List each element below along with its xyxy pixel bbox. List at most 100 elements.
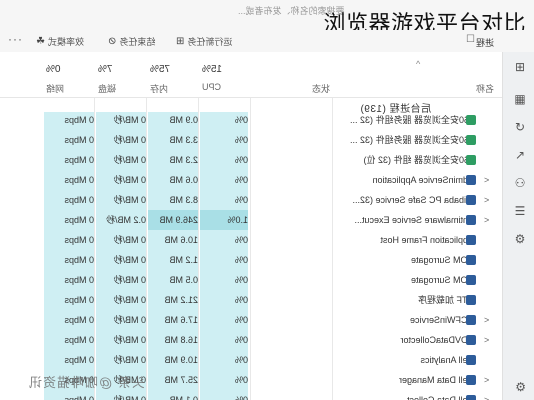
disk-cell: 0 MB/秒 [113, 255, 146, 265]
name-column-label[interactable]: 名称 [476, 82, 494, 95]
cpu-cell: 0% [234, 295, 248, 305]
net-cell: 0 Mbps [64, 175, 94, 185]
more-options-button[interactable]: ··· [8, 32, 23, 46]
run-new-task-button[interactable]: 运行新任务 ⊞ [176, 35, 232, 48]
cpu-column-label[interactable]: CPU [202, 82, 221, 92]
process-name: DCFWinService [409, 315, 474, 325]
title-bar: 要搜索的名称、发布者或... 浏览器游戏平台对比 [0, 0, 534, 37]
cpu-cell: 0% [234, 395, 248, 400]
net-cell: 0 Mbps [64, 295, 94, 305]
expand-chevron-icon[interactable]: > [484, 390, 489, 400]
app-window-icon [466, 235, 476, 245]
memory-cell: 2.3 MB [169, 155, 198, 165]
table-row[interactable]: 0 Mbps 0 MB/秒 0.9 MB 0% 360安全浏览器 服务组件 (3… [0, 110, 502, 130]
table-row[interactable]: 0 Mbps 0 MB/秒 21.2 MB 0% CTF 加载程序 [0, 290, 502, 310]
cpu-cell: 0% [234, 315, 248, 325]
app-window-icon [466, 175, 476, 185]
expand-chevron-icon[interactable]: > [484, 170, 489, 190]
disk-cell: 0 MB/秒 [113, 195, 146, 205]
processes-nav-icon[interactable]: ⊞ [513, 60, 527, 74]
process-name: 360安全浏览器 服务组件 (32 ... [349, 135, 474, 145]
net-cell: 0 Mbps [64, 355, 94, 365]
disk-column-label[interactable]: 磁盘 [98, 82, 116, 95]
table-row[interactable]: 0 Mbps 0 MB/秒 8.3 MB 0% Alibaba PC Safe … [0, 190, 502, 210]
cpu-percent[interactable]: 15% [202, 64, 222, 75]
net-cell: 0 Mbps [64, 135, 94, 145]
memory-percent[interactable]: 75% [150, 64, 170, 75]
table-row[interactable]: 0 Mbps 0 MB/秒 16.8 MB 0% DDVDataCollecto… [0, 330, 502, 350]
table-row[interactable]: 0 Mbps 0 MB/秒 10.9 MB 0% Dell Analytics [0, 350, 502, 370]
end-task-icon: ⊘ [108, 36, 117, 47]
memory-cell: 10.6 MB [164, 235, 198, 245]
app-window-icon [466, 335, 476, 345]
expand-chevron-icon[interactable]: > [484, 210, 489, 230]
disk-cell: 0 MB/秒 [113, 395, 146, 400]
memory-cell: 16.8 MB [164, 335, 198, 345]
memory-column-label[interactable]: 内存 [150, 82, 168, 95]
status-column-label[interactable]: 状态 [312, 82, 330, 95]
disk-cell: 0 MB/秒 [113, 235, 146, 245]
disk-cell: 0 MB/秒 [113, 155, 146, 165]
net-cell: 0 Mbps [64, 335, 94, 345]
memory-cell: 3.3 MB [169, 135, 198, 145]
expand-chevron-icon[interactable]: > [484, 370, 489, 390]
disk-cell: 0 MB/秒 [113, 335, 146, 345]
app-window-icon [466, 395, 476, 400]
watermark: 头条 @咖啡猫资讯 [28, 375, 145, 390]
process-name: Dell Analytics [420, 355, 474, 365]
table-row[interactable]: 0 Mbps 0 MB/秒 1.2 MB 0% COM Surrogate [0, 250, 502, 270]
performance-nav-icon[interactable]: ▦ [513, 92, 527, 106]
cpu-cell: 0% [234, 115, 248, 125]
process-name: Antimalware Service Execut... [354, 215, 474, 225]
app-window-icon [466, 315, 476, 325]
table-row[interactable]: 0 Mbps 0 MB/秒 0.6 MB 0% AdminService App… [0, 170, 502, 190]
efficiency-mode-button[interactable]: 效率模式 ☘ [36, 35, 84, 48]
table-row[interactable]: 0 Mbps 0 MB/秒 3.3 MB 0% 360安全浏览器 服务组件 (3… [0, 130, 502, 150]
app-window-icon [466, 295, 476, 305]
expand-chevron-icon[interactable]: > [484, 310, 489, 330]
cpu-cell: 0% [234, 235, 248, 245]
disk-percent[interactable]: 7% [98, 64, 112, 75]
process-name: Alibaba PC Safe Service (32... [352, 195, 474, 205]
browser-app-icon [466, 135, 476, 145]
users-nav-icon[interactable]: ⚇ [513, 176, 527, 190]
cpu-cell: 1.0% [200, 210, 248, 230]
net-cell: 0 Mbps [64, 155, 94, 165]
net-column-label[interactable]: 网络 [46, 82, 64, 95]
disk-cell: 0 MB/秒 [113, 275, 146, 285]
net-percent[interactable]: 0% [46, 64, 60, 75]
table-row[interactable]: 0 Mbps 0 MB/秒 2.3 MB 0% 360安全浏览器 组件 (32 … [0, 150, 502, 170]
expand-chevron-icon[interactable]: > [484, 330, 489, 350]
net-cell: 0 Mbps [64, 275, 94, 285]
table-row[interactable]: 0 Mbps 0 MB/秒 0.5 MB 0% COM Surrogate [0, 270, 502, 290]
memory-cell: 246.9 MB [148, 210, 198, 230]
expand-chevron-icon[interactable]: > [484, 190, 489, 210]
cpu-cell: 0% [234, 255, 248, 265]
net-cell: 0 Mbps [64, 235, 94, 245]
end-task-button[interactable]: 结束任务 ⊘ [108, 35, 155, 48]
startup-apps-nav-icon[interactable]: ↗ [513, 148, 527, 162]
settings-gear-icon[interactable]: ⚙ [515, 380, 526, 394]
disk-cell: 0 MB/秒 [113, 135, 146, 145]
process-name: AdminService Application [372, 175, 474, 185]
column-header: 0% 网络 7% 磁盘 75% 内存 15% CPU 状态 ^ 名称 [0, 52, 502, 98]
process-name: COM Surrogate [410, 255, 474, 265]
leaf-icon: ☘ [36, 36, 45, 47]
process-name: Application Frame Host [380, 235, 474, 245]
services-nav-icon[interactable]: ⚙ [513, 232, 527, 246]
table-row[interactable]: 0 Mbps 0 MB/秒 0.1 MB 0% Dell Data Collec… [0, 390, 502, 400]
details-nav-icon[interactable]: ☰ [513, 204, 527, 218]
disk-cell: 0 MB/秒 [113, 175, 146, 185]
table-row[interactable]: 0 Mbps 0.2 MB/秒 246.9 MB 1.0% Antimalwar… [0, 210, 502, 230]
memory-cell: 10.9 MB [164, 355, 198, 365]
app-window-icon [466, 355, 476, 365]
app-history-nav-icon[interactable]: ↻ [513, 120, 527, 134]
disk-cell: 0 MB/秒 [113, 115, 146, 125]
toolbar-checkbox[interactable]: ☐ [466, 34, 475, 45]
toolbar: ··· 效率模式 ☘ 结束任务 ⊘ 运行新任务 ⊞ ☐ 进程 [0, 30, 534, 52]
table-row[interactable]: 0 Mbps 0 MB/秒 17.6 MB 0% DCFWinService > [0, 310, 502, 330]
app-window-icon [466, 255, 476, 265]
table-row[interactable]: 0 Mbps 0 MB/秒 10.6 MB 0% Application Fra… [0, 230, 502, 250]
cpu-cell: 0% [234, 155, 248, 165]
sort-arrow-icon[interactable]: ^ [416, 59, 420, 69]
